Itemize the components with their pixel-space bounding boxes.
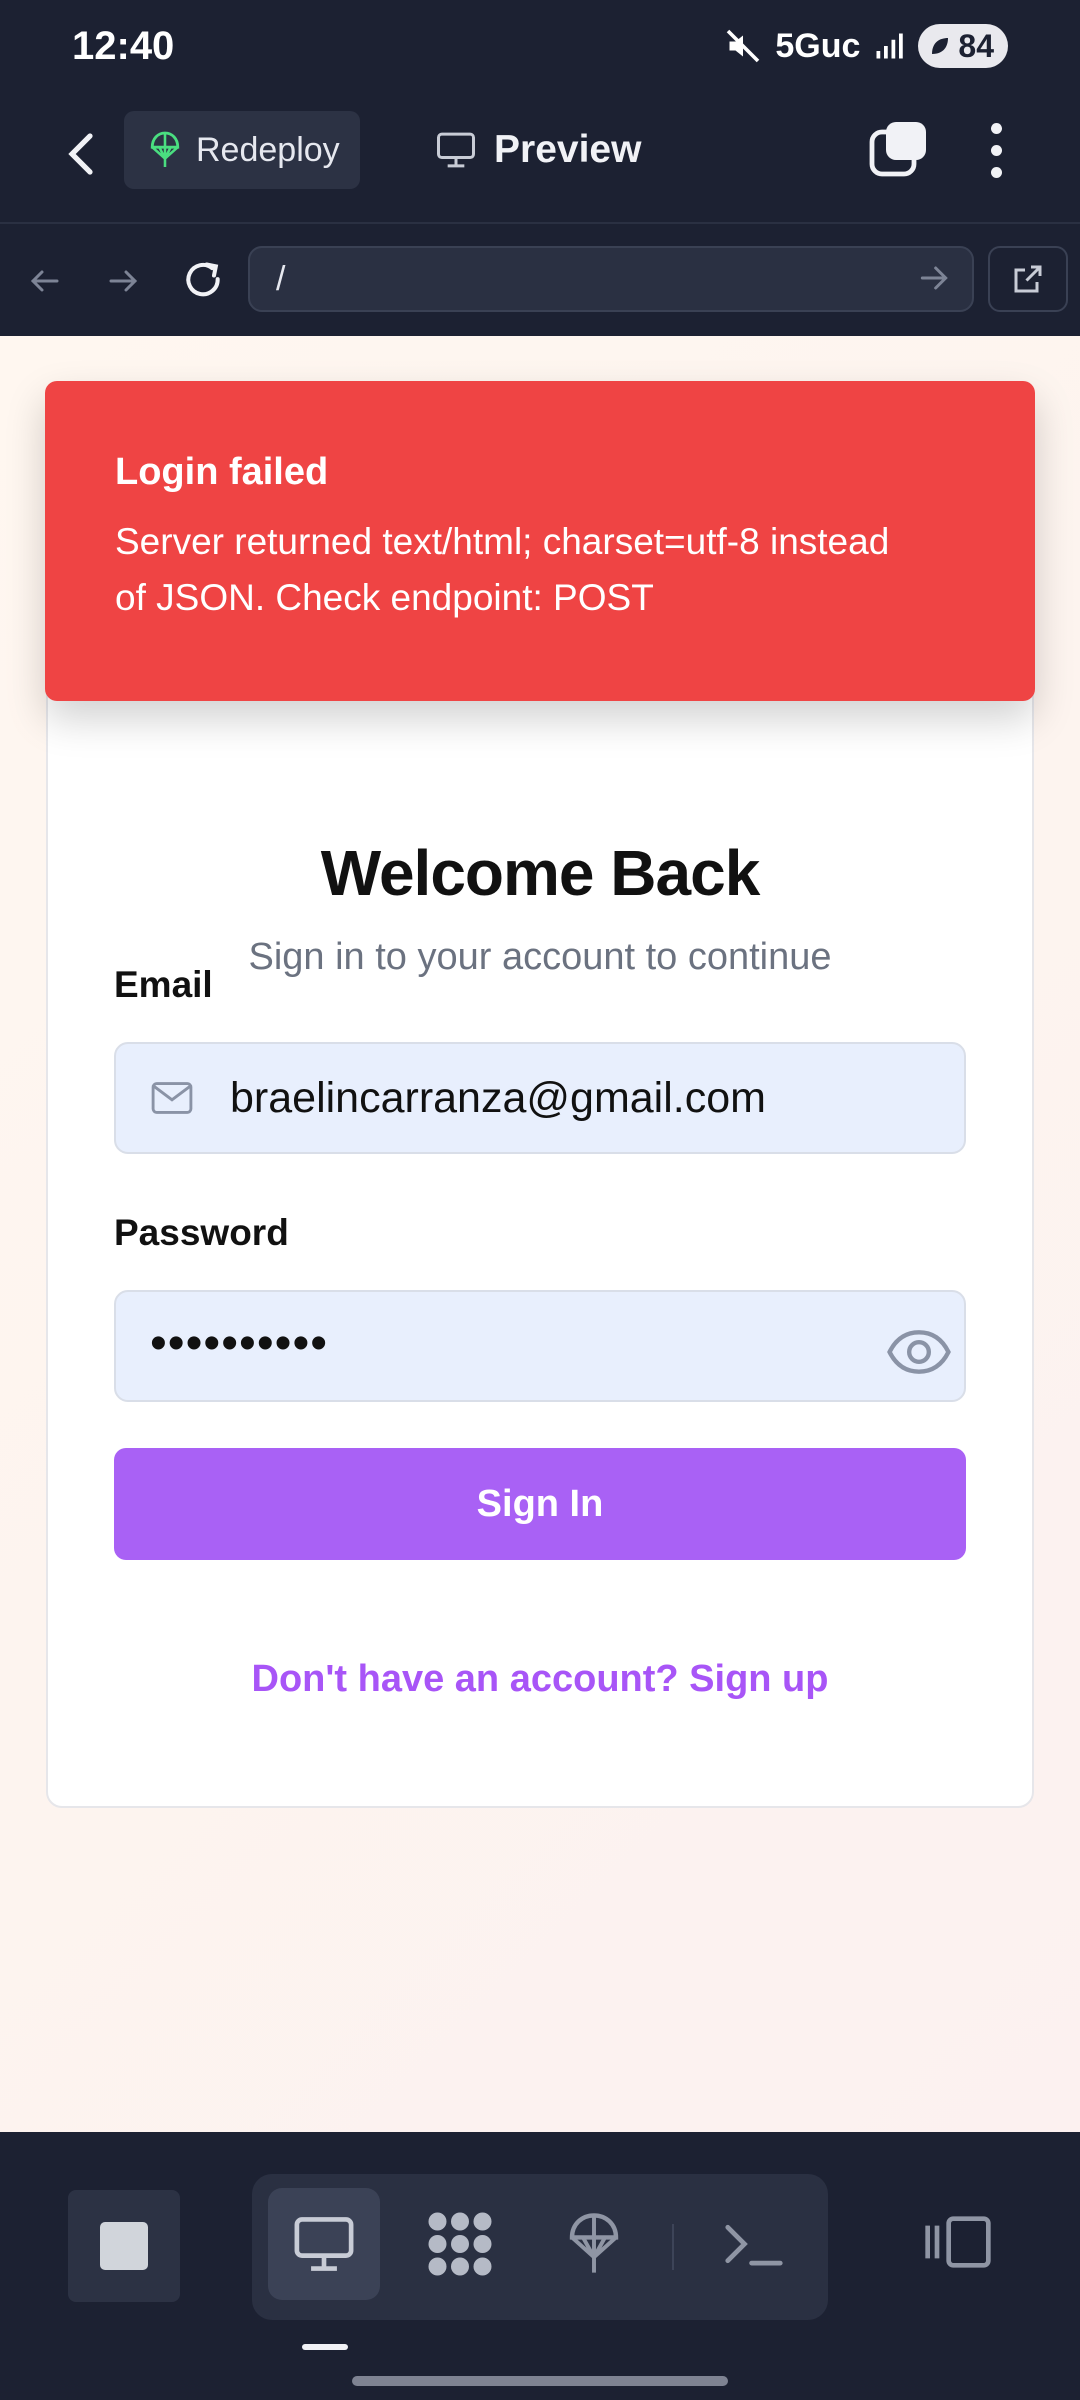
layout-icon	[925, 2216, 991, 2268]
preview-button[interactable]: Preview	[436, 111, 641, 189]
arrow-right-icon	[109, 270, 138, 292]
stop-button[interactable]	[68, 2190, 180, 2302]
status-bar: 12:40 5Guc 84	[0, 0, 1080, 96]
monitor-icon	[437, 132, 475, 168]
password-field[interactable]: ••••••••••	[114, 1290, 966, 1402]
login-title: Welcome Back	[320, 837, 761, 909]
deploy-tool-button[interactable]	[538, 2188, 650, 2300]
toast-title: Login failed	[115, 451, 329, 493]
error-toast: Login failed Server returned text/html; …	[45, 381, 1035, 701]
reload-icon	[186, 262, 220, 297]
email-field[interactable]: braelincarranza@gmail.com	[114, 1042, 966, 1154]
active-tab-indicator	[302, 2344, 348, 2350]
tabs-icon	[869, 122, 926, 177]
deploy-icon	[150, 131, 180, 167]
reload-button[interactable]	[176, 254, 230, 308]
email-label: Email	[114, 964, 213, 1005]
go-arrow-icon[interactable]	[914, 258, 954, 298]
leaf-icon	[932, 38, 949, 54]
preview-label: Preview	[494, 128, 642, 171]
sign-in-button[interactable]: Sign In	[114, 1448, 966, 1560]
sign-in-label: Sign In	[476, 1482, 604, 1525]
toast-message: Server returned text/html; charset=utf-8…	[115, 521, 890, 618]
back-button[interactable]	[50, 122, 114, 186]
url-text: /	[276, 259, 286, 298]
arrow-left-icon	[30, 270, 59, 292]
browser-forward-button[interactable]	[96, 254, 150, 308]
tabs-button[interactable]	[866, 118, 930, 182]
redeploy-label: Redeploy	[196, 130, 340, 169]
url-bar: /	[0, 222, 1080, 336]
eye-icon[interactable]	[886, 1328, 952, 1376]
battery-icon: 84	[918, 24, 1008, 68]
tool-group	[252, 2174, 828, 2320]
status-time: 12:40	[72, 24, 175, 68]
url-input[interactable]: /	[248, 246, 974, 312]
layout-toggle-button[interactable]	[918, 2202, 998, 2282]
bottom-toolbar	[0, 2132, 1080, 2400]
app-bar: Redeploy Preview	[0, 96, 1080, 222]
page-content: Login failed Server returned text/html; …	[0, 336, 1080, 2132]
status-icons: 5Guc 84	[725, 24, 1008, 68]
password-value: ••••••••••	[150, 1317, 329, 1370]
monitor-icon	[294, 2217, 354, 2271]
mute-icon	[727, 29, 760, 63]
more-vertical-icon	[990, 122, 1002, 134]
sign-up-link[interactable]: Don't have an account? Sign up	[0, 1658, 1080, 1701]
terminal-icon	[725, 2224, 783, 2266]
deploy-icon	[569, 2213, 619, 2273]
toolbar-divider	[672, 2224, 674, 2270]
stop-icon	[100, 2222, 148, 2270]
chevron-left-icon	[68, 133, 93, 175]
redeploy-button[interactable]: Redeploy	[124, 111, 360, 189]
signal-icon	[876, 33, 904, 59]
preview-tool-button[interactable]	[268, 2188, 380, 2300]
battery-level: 84	[958, 27, 994, 64]
nodes-tool-button[interactable]	[404, 2188, 516, 2300]
more-menu-button[interactable]	[970, 118, 1022, 182]
mail-icon	[151, 1082, 193, 1114]
home-indicator[interactable]	[352, 2376, 728, 2386]
nodes-icon	[428, 2212, 492, 2276]
terminal-tool-button[interactable]	[698, 2188, 810, 2300]
browser-back-button[interactable]	[18, 254, 72, 308]
password-label: Password	[114, 1212, 289, 1253]
external-link-icon	[1014, 265, 1042, 293]
network-label: 5Guc	[775, 26, 861, 65]
open-external-button[interactable]	[988, 246, 1068, 312]
login-card	[46, 564, 1034, 1808]
email-value: braelincarranza@gmail.com	[230, 1074, 766, 1122]
